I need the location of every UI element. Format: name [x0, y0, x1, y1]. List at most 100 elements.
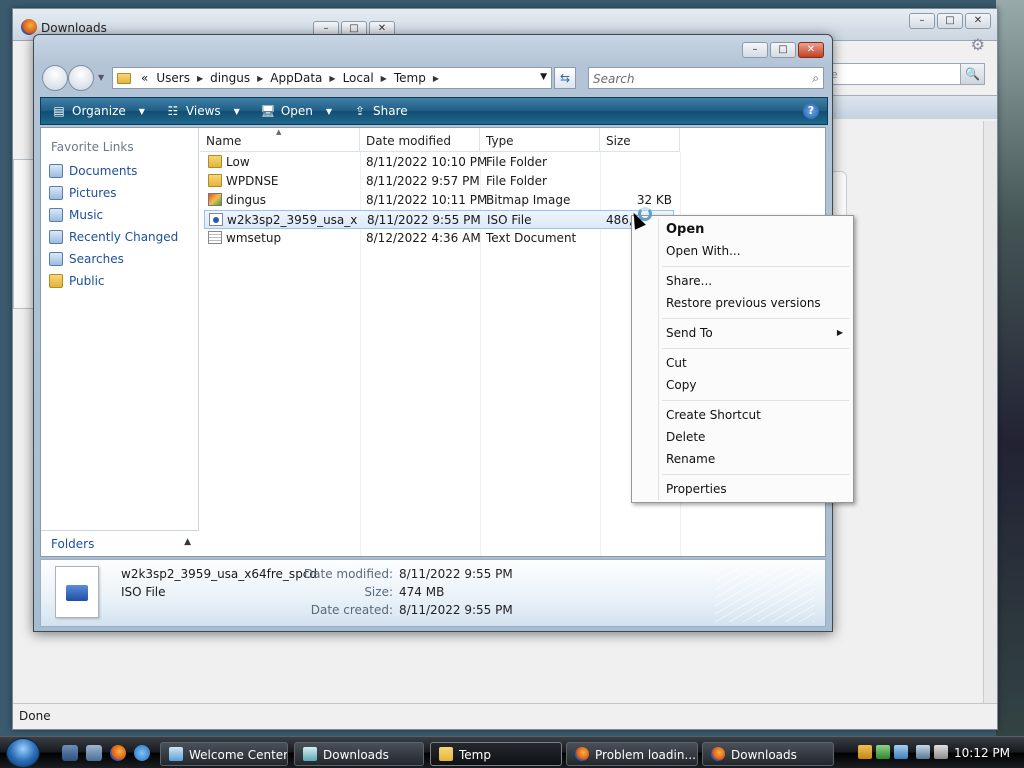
search-icon[interactable]: ⌕ — [812, 71, 819, 86]
refresh-button[interactable]: ⇆ — [554, 67, 576, 89]
breadcrumb-users[interactable]: Users — [152, 71, 194, 85]
explorer-maximize-button[interactable]: □ — [770, 42, 796, 58]
taskbar-button-welcome-center[interactable]: Welcome Center — [160, 742, 288, 766]
breadcrumb-appdata[interactable]: AppData — [266, 71, 326, 85]
chevron-right-icon[interactable]: ▶ — [326, 74, 338, 83]
address-bar[interactable]: « Users ▶ dingus ▶ AppData ▶ Local ▶ Tem… — [112, 67, 552, 89]
folders-toggle[interactable]: Folders ▲ — [41, 530, 199, 556]
explorer-minimize-button[interactable]: – — [742, 42, 768, 58]
file-type: ISO File — [487, 213, 532, 227]
music-icon — [49, 208, 63, 222]
nav-item-pictures[interactable]: Pictures — [47, 182, 178, 204]
nav-item-documents[interactable]: Documents — [47, 160, 178, 182]
start-button[interactable] — [6, 738, 40, 768]
menu-item-properties[interactable]: Properties — [666, 482, 727, 496]
share-icon: ⇪ — [355, 104, 366, 118]
browser-maximize-button[interactable]: □ — [937, 13, 963, 29]
taskbar-button-temp[interactable]: Temp — [430, 742, 562, 766]
recent-pages-dropdown[interactable]: ▼ — [98, 73, 104, 82]
column-header-name[interactable]: Name ▲ — [200, 128, 360, 152]
nav-item-searches[interactable]: Searches — [47, 248, 178, 270]
nav-item-public[interactable]: Public — [47, 270, 178, 292]
details-pane: w2k3sp2_3959_usa_x64fre_spcd ISO File Da… — [40, 559, 826, 627]
file-type: File Folder — [486, 174, 547, 188]
switch-windows-icon[interactable] — [86, 745, 102, 761]
browser-search-box[interactable]: le 🔍 — [825, 63, 985, 85]
table-row[interactable]: wmsetup 8/12/2022 4:36 AM Text Document — [204, 229, 674, 248]
menu-item-copy[interactable]: Copy — [666, 378, 696, 392]
views-button[interactable]: ☷ Views ▼ — [155, 104, 250, 118]
breadcrumb-dingus[interactable]: dingus — [206, 71, 254, 85]
windows-flag-icon[interactable] — [894, 745, 908, 759]
taskbar-button-label: Downloads — [323, 748, 389, 762]
iso-icon — [209, 213, 223, 226]
explorer-close-button[interactable]: ✕ — [798, 42, 824, 58]
taskbar-button-downloads[interactable]: Downloads — [294, 742, 424, 766]
table-row[interactable]: Low 8/11/2022 10:10 PM File Folder — [204, 153, 674, 172]
chevron-right-icon[interactable]: ▶ — [378, 74, 390, 83]
nav-item-recently-changed[interactable]: Recently Changed — [47, 226, 178, 248]
context-menu: Open Open With... Share... Restore previ… — [631, 215, 854, 503]
update-check-icon[interactable] — [876, 745, 890, 759]
breadcrumb-temp[interactable]: Temp — [390, 71, 430, 85]
internet-explorer-icon[interactable] — [134, 745, 150, 761]
nav-item-label: Music — [69, 208, 104, 222]
chevron-right-icon[interactable]: ▶ — [194, 74, 206, 83]
file-type: Text Document — [486, 231, 577, 245]
gear-icon[interactable]: ⚙ — [971, 35, 985, 54]
clock[interactable]: 10:12 PM — [954, 746, 1010, 760]
forward-button[interactable] — [68, 65, 94, 91]
menu-separator — [662, 474, 849, 475]
menu-item-rename[interactable]: Rename — [666, 452, 715, 466]
recently-changed-icon — [49, 230, 63, 244]
menu-item-cut[interactable]: Cut — [666, 356, 687, 370]
favorite-links-header: Favorite Links — [51, 140, 134, 154]
nav-item-label: Public — [69, 274, 105, 288]
show-desktop-icon[interactable] — [62, 745, 78, 761]
chevron-right-icon[interactable]: ▶ — [430, 74, 442, 83]
menu-item-open[interactable]: Open — [666, 222, 704, 237]
browser-scrollbar[interactable] — [983, 121, 997, 705]
file-type: Bitmap Image — [486, 193, 571, 207]
breadcrumb-overflow[interactable]: « — [137, 71, 152, 85]
column-header-size[interactable]: Size — [600, 128, 680, 152]
column-header-date[interactable]: Date modified — [360, 128, 480, 152]
menu-item-send-to[interactable]: Send To — [666, 326, 713, 340]
browser-close-button[interactable]: ✕ — [965, 13, 991, 29]
help-icon[interactable]: ? — [803, 103, 819, 119]
table-row[interactable]: dingus 8/11/2022 10:11 PM Bitmap Image 3… — [204, 191, 674, 210]
open-button[interactable]: 🖥 Open ▼ — [250, 104, 342, 118]
table-row[interactable]: WPDNSE 8/11/2022 9:57 PM File Folder — [204, 172, 674, 191]
search-input[interactable]: Search ⌕ — [588, 67, 824, 89]
searches-icon — [49, 252, 63, 266]
network-icon[interactable] — [916, 745, 930, 759]
column-header-type[interactable]: Type — [480, 128, 600, 152]
taskbar-button-downloads-firefox[interactable]: Downloads — [702, 742, 834, 766]
menu-item-open-with[interactable]: Open With... — [666, 244, 741, 258]
breadcrumb-local[interactable]: Local — [339, 71, 378, 85]
folder-icon — [208, 155, 222, 168]
taskbar: Welcome Center Downloads Temp Problem lo… — [0, 736, 1024, 768]
file-size: 32 KB — [636, 193, 672, 207]
chevron-right-icon[interactable]: ▶ — [254, 74, 266, 83]
security-shield-icon[interactable] — [858, 745, 872, 759]
nav-item-music[interactable]: Music — [47, 204, 178, 226]
file-date: 8/11/2022 9:57 PM — [366, 174, 480, 188]
browser-minimize-button[interactable]: – — [909, 13, 935, 29]
menu-icon-gutter — [658, 218, 659, 500]
share-button[interactable]: ⇪ Share — [342, 104, 418, 118]
organize-button[interactable]: ▤ Organize ▼ — [41, 104, 155, 118]
menu-item-share[interactable]: Share... — [666, 274, 712, 288]
volume-icon[interactable] — [934, 745, 948, 759]
search-icon[interactable]: 🔍 — [960, 64, 984, 84]
chevron-down-icon[interactable]: ▼ — [540, 72, 547, 82]
back-button[interactable] — [42, 65, 68, 91]
table-row-selected[interactable]: w2k3sp2_3959_usa_x64... 8/11/2022 9:55 P… — [204, 210, 674, 229]
text-document-icon — [208, 231, 222, 244]
menu-item-create-shortcut[interactable]: Create Shortcut — [666, 408, 761, 422]
menu-item-restore-previous-versions[interactable]: Restore previous versions — [666, 296, 821, 310]
taskbar-button-problem-loading[interactable]: Problem loadin... — [566, 742, 698, 766]
menu-item-delete[interactable]: Delete — [666, 430, 705, 444]
firefox-icon[interactable] — [110, 745, 126, 761]
taskbar-button-label: Downloads — [731, 748, 797, 762]
